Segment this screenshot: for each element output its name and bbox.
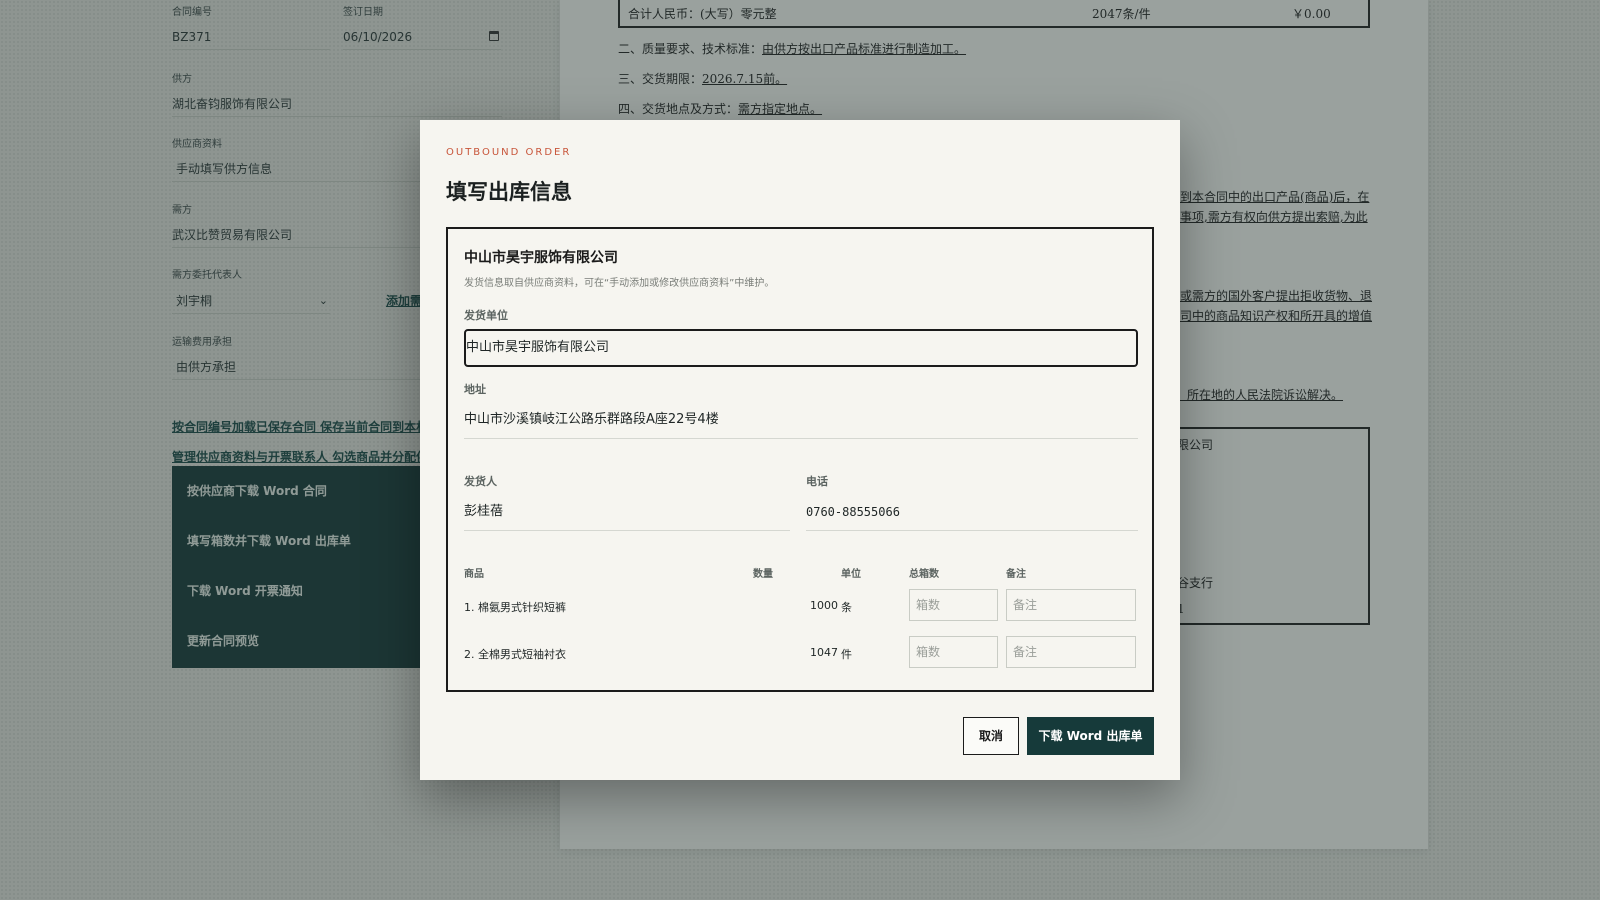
item-unit: 条 — [841, 601, 852, 614]
remark-input[interactable]: 备注 — [1006, 636, 1136, 668]
item-name: 2. 全棉男式短袖衬衣 — [464, 648, 566, 661]
boxes-input[interactable]: 箱数 — [909, 589, 998, 621]
col-remark: 备注 — [1006, 569, 1026, 580]
item-qty: 1047 — [810, 646, 838, 659]
phone-label: 电话 — [806, 475, 828, 488]
cancel-button[interactable]: 取消 — [963, 717, 1019, 755]
download-outbound-button[interactable]: 下载 Word 出库单 — [1027, 717, 1154, 755]
boxes-input[interactable]: 箱数 — [909, 636, 998, 668]
address-label: 地址 — [464, 383, 486, 396]
sender-label: 发货人 — [464, 475, 497, 488]
outbound-order-dialog: OUTBOUND ORDER 填写出库信息 中山市昊宇服饰有限公司 发货信息取自… — [420, 120, 1180, 780]
col-boxes: 总箱数 — [909, 569, 939, 580]
supplier-hint: 发货信息取自供应商资料，可在“手动添加或修改供应商资料”中维护。 — [464, 278, 775, 289]
dialog-title: 填写出库信息 — [446, 179, 572, 204]
address-input[interactable]: 中山市沙溪镇岐江公路乐群路段A座22号4楼 — [464, 401, 1138, 439]
item-unit: 件 — [841, 648, 852, 661]
col-qty: 数量 — [753, 569, 773, 580]
dialog-eyebrow: OUTBOUND ORDER — [446, 147, 572, 158]
shipper-unit-input[interactable]: 中山市昊宇服饰有限公司 — [464, 329, 1138, 367]
item-name: 1. 棉氨男式针织短裤 — [464, 601, 566, 614]
col-unit: 单位 — [841, 569, 861, 580]
shipper-unit-label: 发货单位 — [464, 309, 508, 322]
item-qty: 1000 — [810, 599, 838, 612]
supplier-company-name: 中山市昊宇服饰有限公司 — [464, 250, 618, 266]
supplier-shipment-card: 中山市昊宇服饰有限公司 发货信息取自供应商资料，可在“手动添加或修改供应商资料”… — [446, 227, 1154, 692]
phone-input[interactable]: 0760-88555066 — [806, 493, 1138, 531]
sender-input[interactable]: 彭桂蓓 — [464, 493, 790, 531]
col-product: 商品 — [464, 569, 484, 580]
remark-input[interactable]: 备注 — [1006, 589, 1136, 621]
